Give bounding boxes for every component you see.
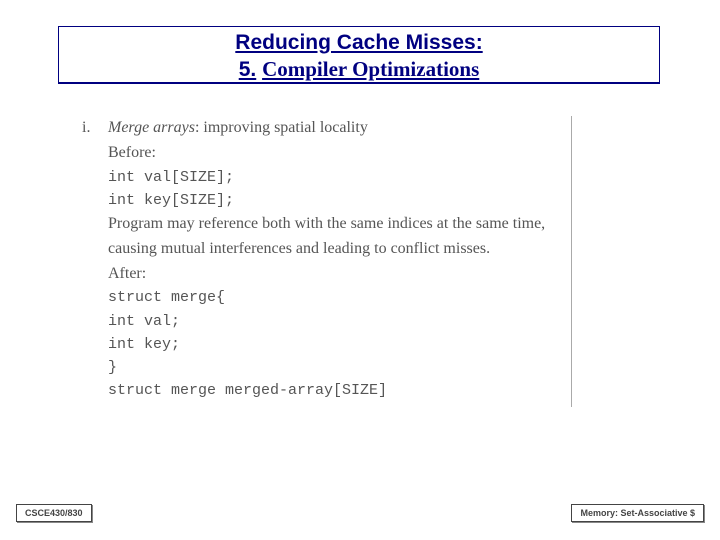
roman-numeral: i. — [82, 116, 94, 141]
lead-line: Merge arrays: improving spatial locality — [108, 116, 368, 141]
code-before-1: int val[SIZE]; — [108, 166, 561, 189]
title-box: Reducing Cache Misses: 5. Compiler Optim… — [58, 26, 660, 84]
lead-italic: Merge arrays — [108, 119, 195, 136]
after-label: After: — [108, 262, 561, 287]
title-number: 5. — [239, 58, 257, 81]
code-after-5: struct merge merged-array[SIZE] — [108, 379, 561, 402]
code-after-1: struct merge{ — [108, 286, 561, 309]
footer-left: CSCE430/830 — [16, 504, 92, 522]
lead-rest: : improving spatial locality — [195, 119, 368, 136]
code-after-3: int key; — [108, 333, 561, 356]
code-after-4: } — [108, 356, 561, 379]
code-after-2: int val; — [108, 310, 561, 333]
item-i: i. Merge arrays: improving spatial local… — [82, 116, 561, 141]
title-subtitle: Compiler Optimizations — [262, 57, 479, 81]
content-block: i. Merge arrays: improving spatial local… — [82, 116, 572, 407]
title-line2: 5. Compiler Optimizations — [59, 57, 659, 82]
title-line1: Reducing Cache Misses: — [59, 30, 659, 55]
code-before-2: int key[SIZE]; — [108, 189, 561, 212]
paragraph: Program may reference both with the same… — [108, 212, 561, 262]
before-label: Before: — [108, 141, 561, 166]
footer-right: Memory: Set-Associative $ — [571, 504, 704, 522]
